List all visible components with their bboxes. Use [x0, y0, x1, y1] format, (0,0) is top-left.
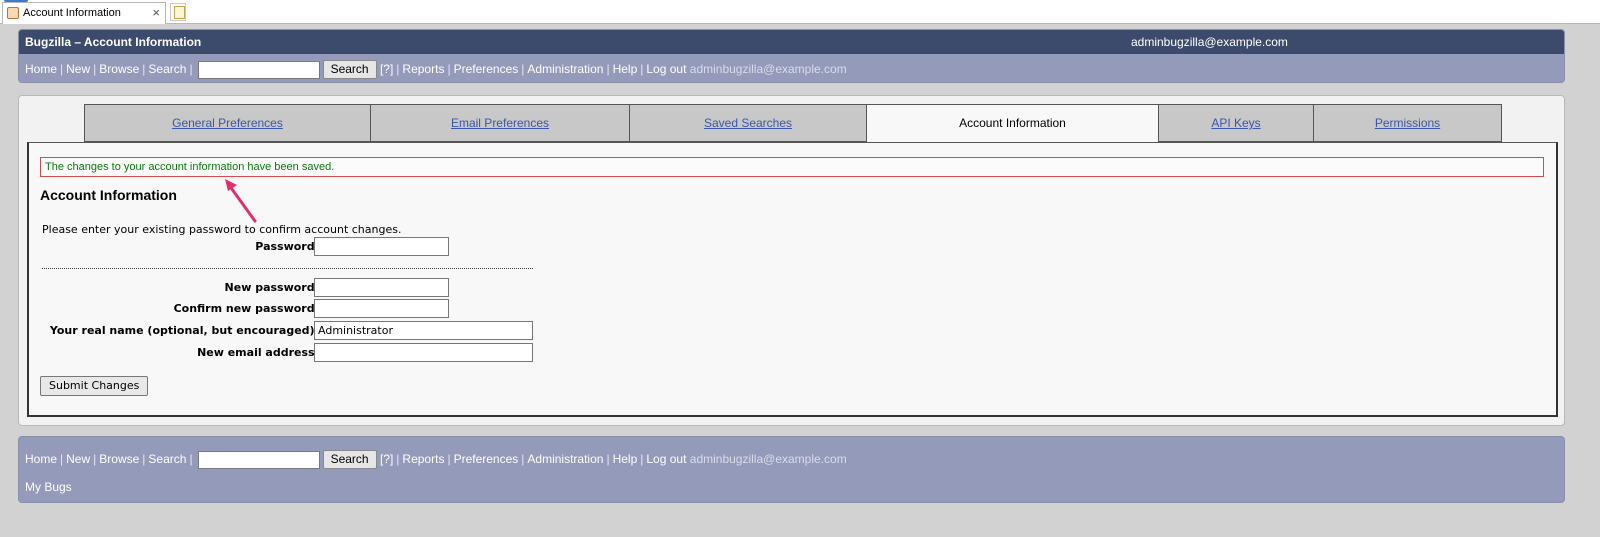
footer-search-link[interactable]: Search: [148, 452, 186, 466]
nav-separator: |: [640, 62, 644, 76]
nav-separator: |: [93, 62, 97, 76]
nav-separator: |: [142, 452, 146, 466]
submit-changes-button[interactable]: Submit Changes: [40, 376, 149, 396]
close-tab-icon[interactable]: ×: [152, 3, 160, 23]
footer-help-link[interactable]: Help: [613, 452, 638, 466]
tab-permissions[interactable]: Permissions: [1313, 104, 1502, 142]
tab-account-information[interactable]: Account Information: [866, 104, 1159, 144]
quick-search-input[interactable]: [197, 60, 320, 79]
nav-separator: |: [142, 62, 146, 76]
top-nav-bar: Home | New | Browse | Search | Search [?] | Report…: [19, 54, 1564, 82]
browser-tab[interactable]: Account Information ×: [2, 2, 166, 24]
real-name-label: Your real name (optional, but encouraged…: [49, 324, 319, 337]
nav-separator: |: [521, 452, 525, 466]
annotation-arrow-icon: [225, 179, 257, 223]
tab-content: The changes to your account information …: [27, 142, 1558, 417]
form-divider: [42, 268, 533, 269]
page-footer: Home | New | Browse | Search | Search [?] | Report…: [18, 436, 1565, 503]
tab-saved-searches-link[interactable]: Saved Searches: [704, 116, 792, 130]
nav-reports-link[interactable]: Reports: [402, 62, 444, 76]
footer-preferences-link[interactable]: Preferences: [454, 452, 519, 466]
real-name-field[interactable]: Administrator: [314, 321, 533, 340]
tab-general-preferences-link[interactable]: General Preferences: [172, 116, 283, 130]
nav-separator: |: [396, 452, 400, 466]
new-email-field[interactable]: [314, 343, 533, 362]
preferences-panel: General Preferences Email Preferences Sa…: [18, 95, 1565, 426]
form-intro: Please enter your existing password to c…: [42, 223, 402, 236]
nav-home-link[interactable]: Home: [25, 62, 57, 76]
password-label: Password:: [255, 240, 319, 253]
quick-search-help-link[interactable]: [?]: [380, 62, 393, 76]
nav-separator: |: [93, 452, 97, 466]
page-header: Bugzilla – Account Information adminbugz…: [18, 29, 1565, 83]
footer-quick-search-input[interactable]: [197, 450, 320, 469]
tab-api-keys[interactable]: API Keys: [1158, 104, 1314, 142]
confirm-password-field[interactable]: [314, 299, 449, 318]
confirm-password-row: Confirm new password:: [29, 299, 549, 319]
new-password-row: New password:: [29, 278, 549, 298]
nav-separator: |: [606, 452, 610, 466]
nav-separator: |: [60, 62, 64, 76]
nav-new-link[interactable]: New: [66, 62, 90, 76]
new-password-label: New password:: [224, 281, 319, 294]
browser-tab-strip: Account Information ×: [0, 0, 1600, 24]
password-row: Password:: [29, 237, 549, 257]
footer-reports-link[interactable]: Reports: [402, 452, 444, 466]
nav-separator: |: [396, 62, 400, 76]
footer-quick-search-button[interactable]: Search: [322, 450, 377, 470]
tab-saved-searches[interactable]: Saved Searches: [629, 104, 867, 142]
preferences-tabs: General Preferences Email Preferences Sa…: [84, 104, 1502, 144]
nav-separator: |: [447, 62, 451, 76]
tab-email-preferences[interactable]: Email Preferences: [370, 104, 630, 142]
nav-separator: |: [189, 62, 193, 76]
nav-separator: |: [606, 62, 610, 76]
header-user-email: adminbugzilla@example.com: [1131, 35, 1288, 49]
real-name-row: Your real name (optional, but encouraged…: [29, 321, 549, 341]
nav-logout-link[interactable]: Log out: [646, 62, 686, 76]
tab-api-keys-link[interactable]: API Keys: [1211, 116, 1260, 130]
nav-separator: |: [189, 452, 193, 466]
bugzilla-favicon-icon: [7, 7, 19, 19]
nav-separator: |: [60, 452, 64, 466]
new-email-label: New email address:: [197, 346, 319, 359]
my-bugs-link[interactable]: My Bugs: [25, 480, 72, 494]
tab-account-information-label: Account Information: [959, 116, 1066, 130]
confirm-password-label: Confirm new password:: [173, 302, 319, 315]
nav-separator: |: [447, 452, 451, 466]
nav-separator: |: [640, 452, 644, 466]
footer-administration-link[interactable]: Administration: [527, 452, 603, 466]
new-email-row: New email address:: [29, 343, 549, 363]
footer-browse-link[interactable]: Browse: [99, 452, 139, 466]
browser-tab-title: Account Information: [23, 7, 121, 19]
password-field[interactable]: [314, 237, 449, 256]
nav-browse-link[interactable]: Browse: [99, 62, 139, 76]
footer-nav-bar: Home | New | Browse | Search | Search [?] | Report…: [19, 444, 847, 474]
page-title: Bugzilla – Account Information: [25, 35, 202, 49]
nav-help-link[interactable]: Help: [613, 62, 638, 76]
tab-email-preferences-link[interactable]: Email Preferences: [451, 116, 549, 130]
footer-logout-user-email: adminbugzilla@example.com: [689, 452, 847, 466]
nav-separator: |: [521, 62, 525, 76]
section-title: Account Information: [40, 187, 177, 203]
logout-user-email: adminbugzilla@example.com: [689, 62, 847, 76]
quick-search-button[interactable]: Search: [322, 60, 377, 80]
new-tab-icon[interactable]: [170, 3, 186, 21]
footer-search-help-link[interactable]: [?]: [380, 452, 393, 466]
footer-new-link[interactable]: New: [66, 452, 90, 466]
footer-home-link[interactable]: Home: [25, 452, 57, 466]
footer-logout-link[interactable]: Log out: [646, 452, 686, 466]
new-password-field[interactable]: [314, 278, 449, 297]
success-message: The changes to your account information …: [40, 157, 1544, 177]
nav-preferences-link[interactable]: Preferences: [454, 62, 519, 76]
nav-administration-link[interactable]: Administration: [527, 62, 603, 76]
nav-search-link[interactable]: Search: [148, 62, 186, 76]
tab-permissions-link[interactable]: Permissions: [1375, 116, 1440, 130]
title-bar: Bugzilla – Account Information adminbugz…: [19, 30, 1564, 54]
tab-general-preferences[interactable]: General Preferences: [84, 104, 371, 142]
